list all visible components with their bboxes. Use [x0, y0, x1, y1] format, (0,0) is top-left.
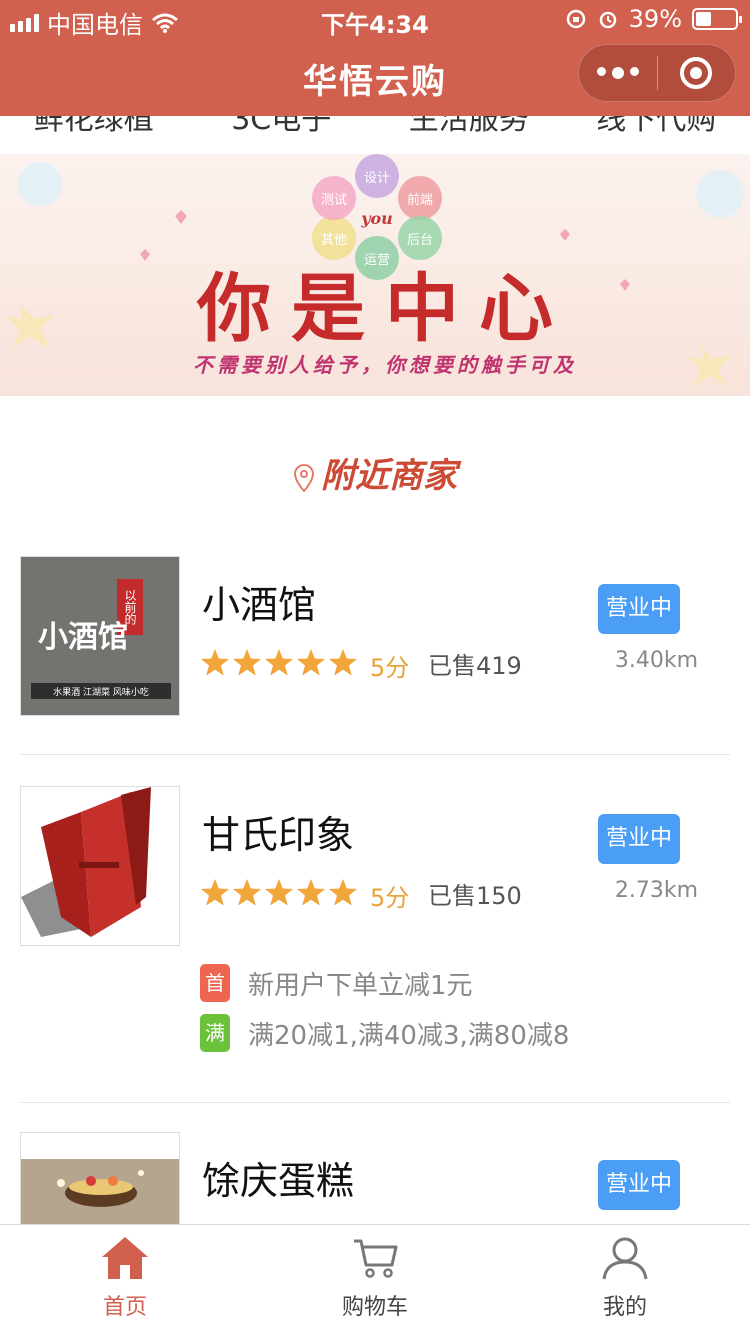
petal-label: 设计 — [364, 171, 390, 186]
banner-tagline: 不需要别人给予，你想要的触手可及 — [193, 353, 577, 377]
petal-label: 测试 — [321, 193, 347, 208]
divider — [20, 1102, 730, 1103]
star-icon — [201, 879, 229, 906]
home-icon — [102, 1237, 148, 1279]
promo-discount: 满 满20减1,满40减3,满80减8 — [200, 1014, 569, 1052]
petal-label: 前端 — [407, 192, 433, 208]
petal-label: 后台 — [407, 233, 433, 248]
more-options-icon[interactable] — [579, 67, 657, 79]
open-status-badge[interactable]: 营业中 — [598, 814, 680, 864]
alarm-icon — [599, 11, 616, 29]
rating-stars — [200, 648, 358, 678]
tab-label: 我的 — [602, 1295, 647, 1320]
battery-icon — [692, 8, 742, 30]
shop-card[interactable]: 以前的 小酒馆 水果酒 江湖菜 风味小吃 小酒馆 5分 已售419 3.40km… — [20, 556, 730, 716]
tab-profile[interactable]: 我的 — [500, 1225, 750, 1334]
petal-label: 其他 — [321, 233, 347, 248]
close-mini-program-icon[interactable] — [658, 57, 736, 89]
shop-score: 5分 — [370, 884, 410, 912]
tab-home[interactable]: 首页 — [0, 1225, 250, 1334]
shop-distance: 2.73km — [614, 878, 698, 903]
section-title-text: 附近商家 — [321, 456, 457, 496]
tab-bar: 首页 购物车 我的 — [0, 1224, 750, 1334]
open-status-badge[interactable]: 营业中 — [598, 1160, 680, 1210]
star-icon — [297, 649, 325, 676]
thumb-text: 水果酒 江湖菜 风味小吃 — [53, 686, 149, 698]
shop-sold-count: 已售419 — [428, 652, 522, 680]
promo-text: 满20减1,满40减3,满80减8 — [248, 1020, 570, 1051]
rotation-lock-icon — [566, 9, 585, 29]
banner-center-text: you — [360, 209, 393, 228]
cart-icon — [354, 1239, 398, 1278]
star-icon — [329, 879, 357, 906]
status-bar: 中国电信 下午4:34 39% — [0, 0, 750, 39]
star-icon — [201, 649, 229, 676]
shop-thumbnail[interactable]: 以前的 小酒馆 水果酒 江湖菜 风味小吃 — [20, 556, 180, 716]
tab-label: 首页 — [102, 1295, 147, 1320]
nearby-merchants-title: 附近商家 — [0, 448, 750, 497]
star-icon — [329, 649, 357, 676]
star-icon — [265, 879, 293, 906]
user-icon — [602, 1237, 648, 1280]
shop-score: 5分 — [370, 654, 410, 682]
tab-label: 购物车 — [341, 1295, 408, 1320]
banner-headline: 你是中心 — [196, 266, 573, 352]
star-icon — [265, 649, 293, 676]
star-icon — [233, 879, 261, 906]
shop-name: 馀庆蛋糕 — [202, 1159, 355, 1203]
shop-sold-count: 已售150 — [428, 882, 522, 910]
star-icon — [233, 649, 261, 676]
thumb-text: 小酒馆 — [38, 620, 128, 655]
screen: 鲜花绿植 3C电子 生活服务 线下代购 中国电信 下午4:34 39% 华悟云购… — [0, 0, 750, 1334]
tab-cart[interactable]: 购物车 — [250, 1225, 500, 1334]
location-pin-icon — [293, 463, 315, 492]
shop-distance: 3.40km — [614, 648, 698, 673]
star-icon — [297, 879, 325, 906]
battery-percent: 39% — [628, 5, 682, 33]
battery-fill — [696, 12, 711, 26]
promo-text: 新用户下单立减1元 — [248, 970, 473, 1001]
promo-banner[interactable]: 设计 前端 后台 运营 其他 测试 you 你是中心 不需要别人给予，你想要的触… — [0, 154, 750, 396]
open-status-badge[interactable]: 营业中 — [598, 584, 680, 634]
divider — [20, 754, 730, 755]
rating-stars — [200, 878, 358, 908]
shop-name: 小酒馆 — [202, 583, 317, 627]
shop-card[interactable]: 甘氏印象 5分 已售150 2.73km 营业中 首 新用户下单立减1元 满 满… — [20, 786, 730, 1076]
shop-thumbnail[interactable] — [20, 786, 180, 946]
shop-name: 甘氏印象 — [202, 813, 355, 857]
mini-program-capsule — [578, 44, 736, 102]
promo-tag: 满 — [200, 1014, 230, 1052]
top-bar: 中国电信 下午4:34 39% 华悟云购 — [0, 0, 750, 116]
promo-new-user: 首 新用户下单立减1元 — [200, 964, 473, 1002]
promo-tag: 首 — [200, 964, 230, 1002]
banner-artwork: 设计 前端 后台 运营 其他 测试 you 你是中心 不需要别人给予，你想要的触… — [5, 154, 744, 386]
